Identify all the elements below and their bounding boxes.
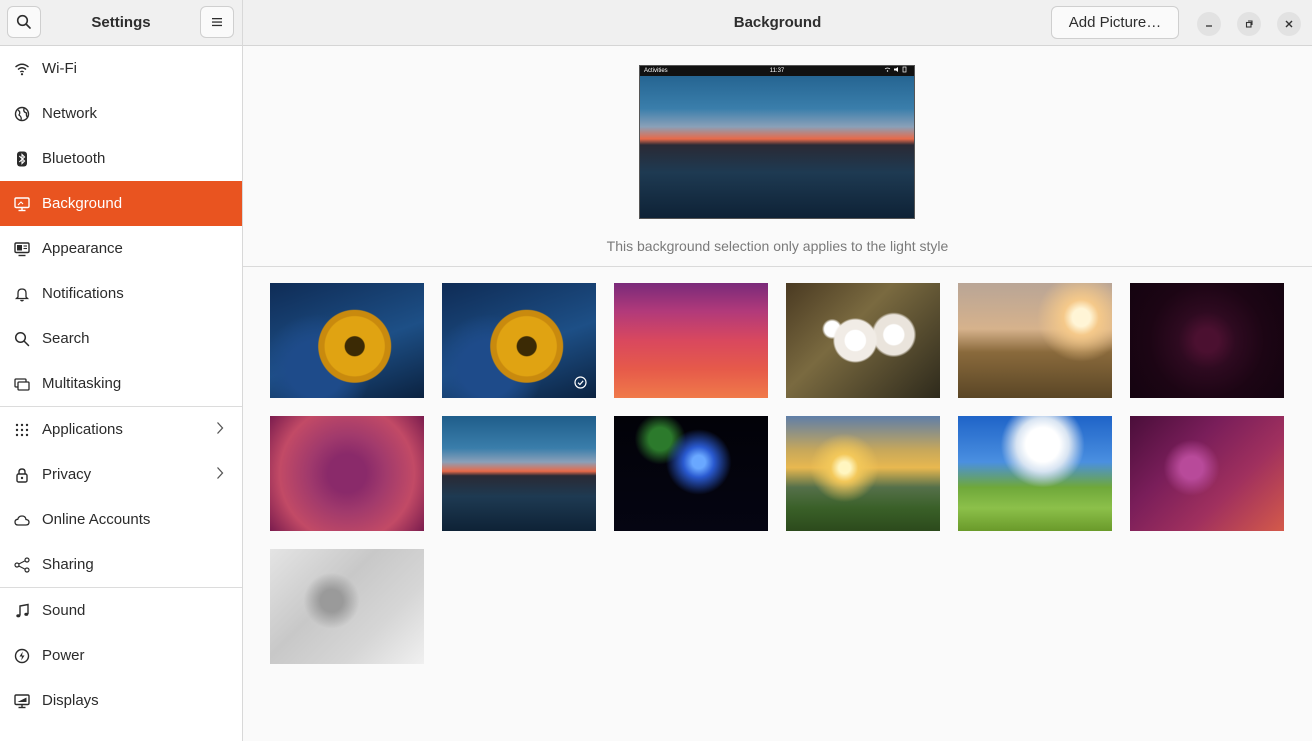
sidebar-item-notifications[interactable]: Notifications <box>0 271 242 316</box>
bluetooth-icon <box>14 151 30 167</box>
wallpaper-jellyfish-dark[interactable] <box>1130 283 1284 398</box>
sidebar-item-label: Notifications <box>42 285 124 302</box>
background-preview: Activities 11:37 <box>639 65 915 219</box>
add-picture-button[interactable]: Add Picture… <box>1051 6 1179 39</box>
wallpaper-flower-2[interactable] <box>442 283 596 398</box>
sidebar-item-label: Displays <box>42 692 99 709</box>
wallpaper-jellyfish-magenta[interactable] <box>1130 416 1284 531</box>
hamburger-icon <box>212 18 222 27</box>
sidebar-item-sound[interactable]: Sound <box>0 588 242 633</box>
sidebar-item-displays[interactable]: Displays <box>0 678 242 723</box>
chevron-right-icon <box>216 466 224 484</box>
sidebar-item-online-accounts[interactable]: Online Accounts <box>0 497 242 542</box>
share-icon <box>14 556 30 573</box>
cloud-icon <box>14 512 30 528</box>
wallpaper-flower-1[interactable] <box>270 283 424 398</box>
sidebar-item-appearance[interactable]: Appearance <box>0 226 242 271</box>
sidebar-item-label: Wi-Fi <box>42 60 77 77</box>
sidebar-item-multitasking[interactable]: Multitasking <box>0 361 242 406</box>
apps-grid-icon <box>14 422 30 438</box>
wallpaper-waves[interactable] <box>614 283 768 398</box>
wallpaper-meadow[interactable] <box>958 416 1112 531</box>
restore-icon <box>1245 20 1253 28</box>
wallpaper-blue-jellyfish[interactable] <box>614 416 768 531</box>
bell-icon <box>14 286 30 302</box>
close-button[interactable] <box>1277 12 1301 36</box>
preview-clock: 11:37 <box>769 68 785 74</box>
sidebar: Settings Wi-Fi Network Bluetooth Background… <box>0 0 243 741</box>
sidebar-item-applications[interactable]: Applications <box>0 407 242 452</box>
sidebar-header: Settings <box>0 0 242 46</box>
preview-caption: This background selection only applies t… <box>606 238 949 254</box>
display-icon <box>14 693 30 709</box>
monitor-icon <box>14 196 30 212</box>
background-preview-area: Activities 11:37 This background selecti… <box>243 46 1312 267</box>
sidebar-item-search[interactable]: Search <box>0 316 242 361</box>
sidebar-item-label: Multitasking <box>42 375 122 392</box>
sidebar-item-wi-fi[interactable]: Wi-Fi <box>0 46 242 91</box>
power-icon <box>14 648 30 664</box>
sidebar-item-privacy[interactable]: Privacy <box>0 452 242 497</box>
close-icon <box>1285 20 1293 28</box>
minimize-icon <box>1206 25 1212 27</box>
wallpaper-lake-sunset[interactable] <box>442 416 596 531</box>
sidebar-item-bluetooth[interactable]: Bluetooth <box>0 136 242 181</box>
sidebar-item-label: Network <box>42 105 98 122</box>
sidebar-item-label: Online Accounts <box>42 511 151 528</box>
appearance-icon <box>14 241 30 257</box>
maximize-button[interactable] <box>1237 12 1261 36</box>
sidebar-list: Wi-Fi Network Bluetooth Background Appearanc… <box>0 46 242 723</box>
sidebar-item-label: Sound <box>42 602 86 619</box>
sidebar-item-sharing[interactable]: Sharing <box>0 542 242 587</box>
minimize-button[interactable] <box>1197 12 1221 36</box>
preview-topbar: Activities 11:37 <box>640 66 914 76</box>
chevron-right-icon <box>216 421 224 439</box>
sidebar-item-label: Bluetooth <box>42 150 106 167</box>
sidebar-item-network[interactable]: Network <box>0 91 242 136</box>
lock-icon <box>14 467 30 483</box>
sidebar-item-label: Applications <box>42 421 123 438</box>
wallpaper-field-sunset[interactable] <box>958 283 1112 398</box>
wallpaper-blossom[interactable] <box>786 283 940 398</box>
wallpaper-mountain-sunrise[interactable] <box>786 416 940 531</box>
wallpaper-jellyfish-purple[interactable] <box>270 416 424 531</box>
preview-tray-icons <box>884 66 910 77</box>
sidebar-item-label: Appearance <box>42 240 123 257</box>
globe-icon <box>14 106 30 122</box>
main-menu-button[interactable] <box>200 6 234 38</box>
search-icon <box>14 331 30 347</box>
sidebar-item-label: Background <box>42 195 123 212</box>
multitasking-icon <box>14 376 30 392</box>
sidebar-item-power[interactable]: Power <box>0 633 242 678</box>
sidebar-item-label: Power <box>42 647 85 664</box>
sidebar-item-label: Privacy <box>42 466 92 483</box>
selected-check-icon <box>574 376 587 389</box>
sidebar-item-label: Sharing <box>42 556 94 573</box>
tray-icons <box>884 66 907 73</box>
wallpaper-jellyfish-gray[interactable] <box>270 549 424 664</box>
sidebar-item-background[interactable]: Background <box>0 181 242 226</box>
sidebar-item-label: Search <box>42 330 90 347</box>
music-note-icon <box>14 603 30 619</box>
wifi-icon <box>14 61 30 77</box>
main-header: Background Add Picture… <box>243 0 1312 46</box>
